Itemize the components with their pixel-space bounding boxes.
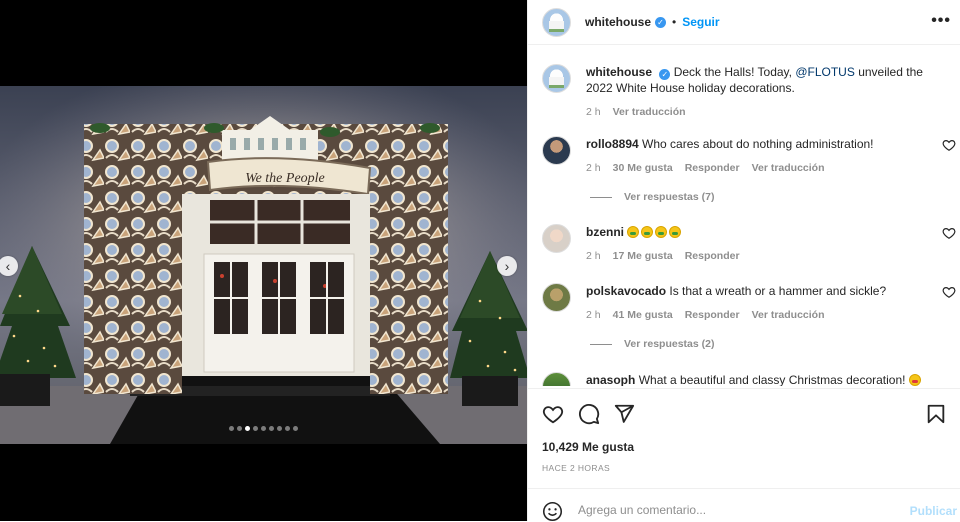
smile-icon[interactable]	[542, 501, 563, 522]
comment-icon[interactable]	[578, 403, 600, 425]
comment-username[interactable]: polskavocado	[586, 284, 666, 298]
comment-translate-link[interactable]: Ver traducción	[752, 307, 825, 323]
carousel-dot[interactable]	[285, 426, 290, 431]
comment-likes[interactable]: 30 Me gusta	[613, 160, 673, 176]
add-comment-bar: Publicar	[528, 488, 960, 522]
avatar[interactable]	[542, 136, 571, 165]
post-modal: We the People ‹ › whitehouse ✓ • Seguir …	[0, 0, 960, 522]
post-photo[interactable]: We the People	[0, 86, 527, 444]
chevron-left-icon: ‹	[5, 258, 11, 274]
post-time-ago[interactable]: HACE 2 HORAS	[542, 463, 610, 473]
comment-item: polskavocado Is that a wreath or a hamme…	[542, 283, 956, 323]
avatar[interactable]	[542, 283, 571, 312]
replies-divider	[590, 196, 612, 198]
header-separator: •	[672, 15, 677, 29]
comment-reply-button[interactable]: Responder	[685, 160, 740, 176]
emoji-icon	[655, 226, 668, 238]
avatar[interactable]	[542, 64, 571, 93]
carousel-dots	[0, 426, 527, 431]
carousel-dot[interactable]	[229, 426, 234, 431]
post-media: We the People ‹ ›	[0, 0, 527, 521]
carousel-next-button[interactable]: ›	[497, 256, 517, 276]
replies-divider	[590, 343, 612, 345]
comment-item: rollo8894 Who cares about do nothing adm…	[542, 136, 956, 176]
chevron-right-icon: ›	[504, 258, 510, 274]
comment-like-heart-icon[interactable]	[942, 285, 956, 299]
bookmark-icon[interactable]	[925, 403, 947, 425]
comment-username[interactable]: anasoph	[586, 373, 635, 386]
emoji-icon	[627, 226, 640, 238]
more-options-icon[interactable]: •••	[931, 13, 951, 29]
view-replies-button[interactable]: Ver respuestas (7)	[590, 191, 714, 203]
comment-time[interactable]: 2 h	[586, 160, 601, 176]
emoji-icon	[641, 226, 654, 238]
comment-time[interactable]: 2 h	[586, 307, 601, 323]
avatar[interactable]	[542, 224, 571, 253]
likes-count[interactable]: 10,429 Me gusta	[542, 440, 634, 454]
caption-mention-link[interactable]: @FLOTUS	[795, 65, 855, 79]
carousel-dot[interactable]	[277, 426, 282, 431]
caption-username[interactable]: whitehouse	[586, 65, 652, 79]
avatar[interactable]	[542, 372, 571, 386]
heart-icon[interactable]	[542, 403, 564, 425]
header-username[interactable]: whitehouse	[585, 15, 651, 29]
comment-text: Who cares about do nothing administratio…	[642, 137, 874, 151]
comment-input[interactable]	[578, 499, 898, 521]
comment-text: What a beautiful and classy Christmas de…	[638, 373, 906, 386]
carousel-dot[interactable]	[269, 426, 274, 431]
caption-time[interactable]: 2 h	[586, 104, 601, 120]
view-replies-label: Ver respuestas (2)	[624, 338, 715, 350]
comment-likes[interactable]: 17 Me gusta	[613, 248, 673, 264]
comment-like-heart-icon[interactable]	[942, 138, 956, 152]
caption-translate-link[interactable]: Ver traducción	[613, 104, 686, 120]
carousel-dot[interactable]	[261, 426, 266, 431]
comment-time[interactable]: 2 h	[586, 248, 601, 264]
follow-button[interactable]: Seguir	[682, 15, 719, 29]
comment-reply-button[interactable]: Responder	[685, 248, 740, 264]
comment-translate-link[interactable]: Ver traducción	[752, 160, 825, 176]
view-replies-label: Ver respuestas (7)	[624, 191, 715, 203]
view-replies-button[interactable]: Ver respuestas (2)	[590, 338, 714, 350]
publish-button[interactable]: Publicar	[910, 504, 957, 518]
heart-eyes-emoji-icon	[908, 374, 921, 386]
comment-item: anasoph What a beautiful and classy Chri…	[542, 372, 952, 386]
avatar[interactable]	[542, 7, 571, 37]
banner-text: We the People	[245, 171, 325, 186]
comment-text: Is that a wreath or a hammer and sickle?	[669, 284, 887, 298]
comments-list[interactable]: whitehouse ✓ Deck the Halls! Today, @FLO…	[528, 46, 960, 386]
post-panel: whitehouse ✓ • Seguir ••• whitehouse ✓ D…	[527, 0, 960, 522]
carousel-dot-active[interactable]	[245, 426, 250, 431]
post-actions: 10,429 Me gusta HACE 2 HORAS	[528, 388, 960, 488]
comment-username[interactable]: bzenni	[586, 225, 624, 239]
emoji-icon	[669, 226, 682, 238]
comment-item: bzenni 2 h 17 Me gusta Responder	[542, 224, 956, 264]
comment-likes[interactable]: 41 Me gusta	[613, 307, 673, 323]
verified-badge-icon: ✓	[655, 16, 667, 28]
post-caption: whitehouse ✓ Deck the Halls! Today, @FLO…	[542, 64, 952, 120]
comment-username[interactable]: rollo8894	[586, 137, 639, 151]
carousel-dot[interactable]	[253, 426, 258, 431]
holiday-entrance-photo: We the People	[0, 86, 527, 444]
comment-like-heart-icon[interactable]	[942, 226, 956, 240]
verified-badge-icon: ✓	[659, 69, 671, 80]
comment-reply-button[interactable]: Responder	[685, 307, 740, 323]
caption-text-before: Deck the Halls! Today,	[673, 65, 796, 79]
share-icon[interactable]	[613, 403, 635, 425]
carousel-dot[interactable]	[237, 426, 242, 431]
post-header: whitehouse ✓ • Seguir •••	[528, 0, 960, 45]
carousel-dot[interactable]	[293, 426, 298, 431]
